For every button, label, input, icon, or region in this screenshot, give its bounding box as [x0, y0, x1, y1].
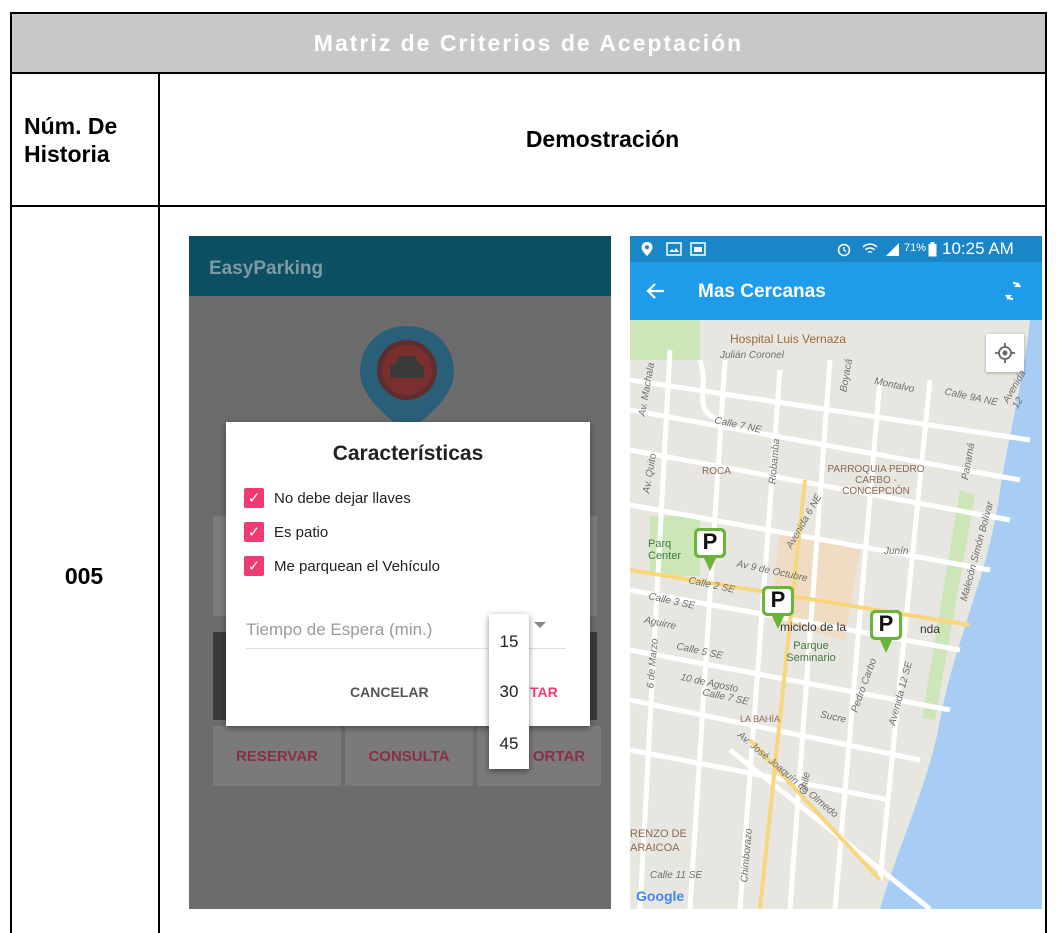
- option-no-keys[interactable]: ✓ No debe dejar llaves: [244, 488, 411, 508]
- table-border-left: [10, 74, 12, 933]
- checkbox-checked-icon[interactable]: ✓: [244, 488, 264, 508]
- option-valet[interactable]: ✓ Me parquean el Vehículo: [244, 556, 440, 576]
- nearest-parkings-screenshot: 71% 10:25 AM Mas Cercanas Hospital Luis …: [630, 236, 1042, 909]
- my-location-button[interactable]: [986, 334, 1024, 372]
- checkbox-checked-icon[interactable]: ✓: [244, 522, 264, 542]
- option-label: No debe dejar llaves: [274, 489, 411, 507]
- map-view[interactable]: Hospital Luis Vernaza Julián Coronel Mon…: [630, 320, 1042, 909]
- parking-marker-1[interactable]: P: [692, 526, 728, 572]
- app-bar: EasyParking: [189, 236, 611, 296]
- my-location-icon: [995, 343, 1015, 363]
- location-icon: [641, 242, 653, 256]
- accept-button[interactable]: TAR: [530, 684, 558, 700]
- marker-letter: P: [702, 529, 718, 554]
- toolbar: Mas Cercanas: [630, 262, 1042, 320]
- map-label-julian: Julián Coronel: [720, 350, 784, 361]
- column-header-story-number: Núm. De Historia: [24, 113, 118, 167]
- marker-letter: P: [878, 611, 894, 636]
- map-label-junin: Junín: [884, 546, 909, 557]
- characteristics-dialog: Características ✓ No debe dejar llaves ✓…: [226, 422, 590, 726]
- option-label: Es patio: [274, 523, 329, 541]
- cancel-button[interactable]: CANCELAR: [350, 684, 429, 700]
- signal-icon: [886, 243, 899, 256]
- toolbar-title: Mas Cercanas: [698, 281, 826, 302]
- map-label-roca: ROCA: [702, 466, 731, 477]
- map-label-rotonda: nda: [920, 622, 941, 636]
- google-logo: Google: [636, 888, 685, 904]
- clock: 10:25 AM: [942, 239, 1014, 258]
- battery-icon: [928, 242, 937, 257]
- map-label-parque-seminario: Parque Seminario: [786, 640, 836, 664]
- wait-option-45[interactable]: 45: [489, 734, 529, 754]
- wait-time-dropdown: 15 30 45: [489, 614, 529, 769]
- dialog-title: Características: [332, 442, 484, 465]
- wait-option-30[interactable]: 30: [489, 682, 529, 702]
- status-bar: 71% 10:25 AM: [630, 236, 1042, 262]
- back-arrow-icon[interactable]: [646, 281, 666, 301]
- consult-button[interactable]: CONSULTA: [345, 726, 473, 786]
- story-number-cell: 005: [64, 563, 104, 589]
- option-patio[interactable]: ✓ Es patio: [244, 522, 328, 542]
- map-label-garaicoa: ARAICOA: [630, 842, 680, 854]
- map-label-hospital: Hospital Luis Vernaza: [730, 332, 847, 346]
- wifi-icon: [862, 243, 878, 254]
- marker-letter: P: [770, 587, 786, 612]
- map-label-parque-centenario: Parq Center: [648, 538, 682, 562]
- option-label: Me parquean el Vehículo: [274, 557, 440, 575]
- map-label-parroquia: PARROQUIA PEDRO CARBO - CONCEPCIÓN: [827, 464, 925, 497]
- map-label-lorenzo: RENZO DE: [630, 828, 687, 840]
- map-label-calle11se: Calle 11 SE: [650, 870, 703, 881]
- column-header-demo: Demostración: [525, 126, 680, 152]
- map-label-la-bahia: LA BAHÍA: [740, 714, 781, 724]
- wait-time-label[interactable]: Tiempo de Espera (min.): [246, 620, 432, 640]
- table-column-divider: [158, 74, 160, 933]
- gallery-notification-icon: [690, 242, 706, 256]
- reserve-button[interactable]: RESERVAR: [213, 726, 341, 786]
- table-row-divider: [10, 205, 1047, 207]
- app-title: EasyParking: [209, 258, 324, 279]
- parking-marker-2[interactable]: P: [760, 584, 796, 630]
- table-title: Matriz de Criterios de Aceptación: [10, 12, 1047, 74]
- alarm-icon: [837, 243, 851, 257]
- checkbox-checked-icon[interactable]: ✓: [244, 556, 264, 576]
- table-border-right: [1045, 74, 1047, 933]
- parking-marker-3[interactable]: P: [868, 608, 904, 654]
- screenshot-notification-icon: [666, 242, 682, 256]
- dropdown-arrow-icon[interactable]: [534, 622, 546, 628]
- battery-percent: 71%: [904, 242, 927, 254]
- easyparking-screenshot: EasyParking RESERVAR CONSULTA ORTAR Cara…: [189, 236, 611, 909]
- car-location-pin-icon: [360, 326, 454, 432]
- wait-option-15[interactable]: 15: [489, 632, 529, 652]
- refresh-icon[interactable]: [1002, 280, 1024, 302]
